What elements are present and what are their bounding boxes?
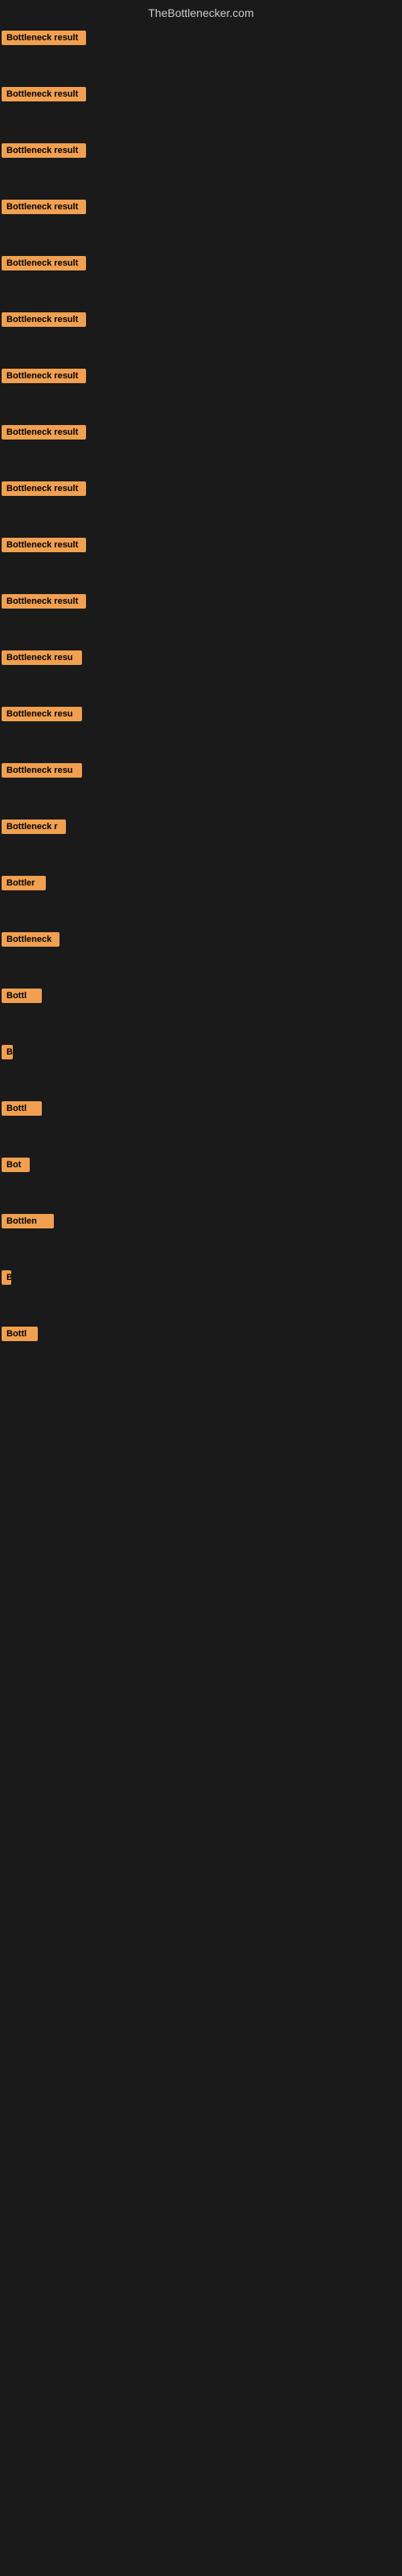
bottleneck-badge: Bottleneck xyxy=(2,932,59,947)
list-item: Bottleneck resu xyxy=(0,758,402,782)
bottleneck-badge: Bottler xyxy=(2,876,46,890)
bottleneck-badge: Bottleneck result xyxy=(2,312,86,327)
row-spacer xyxy=(0,1064,402,1096)
bottleneck-badge: Bottleneck resu xyxy=(2,650,82,665)
row-spacer xyxy=(0,1290,402,1322)
bottleneck-badge: Bottl xyxy=(2,1327,38,1341)
row-spacer xyxy=(0,1008,402,1040)
list-item: Bottleneck result xyxy=(0,251,402,275)
list-item: B xyxy=(0,1040,402,1064)
bottleneck-badge: Bottleneck result xyxy=(2,425,86,440)
bottleneck-badge: Bottleneck resu xyxy=(2,707,82,721)
row-spacer xyxy=(0,782,402,815)
row-spacer xyxy=(0,670,402,702)
bottleneck-badge: Bottleneck resu xyxy=(2,763,82,778)
list-item: Bottleneck result xyxy=(0,589,402,613)
row-spacer xyxy=(0,952,402,984)
list-item: Bottleneck result xyxy=(0,420,402,444)
list-item: Bottleneck result xyxy=(0,364,402,388)
list-item: Bottleneck resu xyxy=(0,646,402,670)
list-item: Bottleneck resu xyxy=(0,702,402,726)
site-title: TheBottlenecker.com xyxy=(148,6,254,19)
list-item: Bottleneck result xyxy=(0,533,402,557)
bottom-spacer xyxy=(0,1378,402,2103)
list-item: Bottl xyxy=(0,984,402,1008)
row-spacer xyxy=(0,1346,402,1378)
row-spacer xyxy=(0,839,402,871)
list-item: Bottleneck r xyxy=(0,815,402,839)
row-spacer xyxy=(0,501,402,533)
bottleneck-badge: Bottleneck result xyxy=(2,200,86,214)
bottleneck-badge: Bot xyxy=(2,1158,30,1172)
bottleneck-badge: Bottleneck r xyxy=(2,819,66,834)
row-spacer xyxy=(0,613,402,646)
bottleneck-list: Bottleneck result Bottleneck result Bottle… xyxy=(0,23,402,1378)
list-item: Bot xyxy=(0,1153,402,1177)
bottleneck-badge: Bottl xyxy=(2,989,42,1003)
row-spacer xyxy=(0,388,402,420)
row-spacer xyxy=(0,895,402,927)
list-item: Bottlen xyxy=(0,1209,402,1233)
list-item: Bottleneck result xyxy=(0,195,402,219)
list-item: Bottl xyxy=(0,1322,402,1346)
list-item: Bottleneck xyxy=(0,927,402,952)
row-spacer xyxy=(0,163,402,195)
bottleneck-badge: Bottleneck result xyxy=(2,31,86,45)
bottleneck-badge: Bottleneck result xyxy=(2,87,86,101)
row-spacer xyxy=(0,1177,402,1209)
bottleneck-badge: Bottleneck result xyxy=(2,538,86,552)
list-item: Bottleneck result xyxy=(0,138,402,163)
list-item: Bottleneck result xyxy=(0,308,402,332)
list-item: B xyxy=(0,1265,402,1290)
list-item: Bottler xyxy=(0,871,402,895)
bottleneck-badge: Bottleneck result xyxy=(2,256,86,270)
row-spacer xyxy=(0,557,402,589)
bottleneck-badge: Bottleneck result xyxy=(2,369,86,383)
bottleneck-badge: B xyxy=(2,1270,11,1285)
row-spacer xyxy=(0,1121,402,1153)
row-spacer xyxy=(0,332,402,364)
bottleneck-badge: Bottlen xyxy=(2,1214,54,1228)
bottleneck-badge: Bottleneck result xyxy=(2,143,86,158)
row-spacer xyxy=(0,106,402,138)
row-spacer xyxy=(0,50,402,82)
site-header: TheBottlenecker.com xyxy=(0,0,402,23)
row-spacer xyxy=(0,726,402,758)
list-item: Bottleneck result xyxy=(0,477,402,501)
row-spacer xyxy=(0,275,402,308)
bottleneck-badge: B xyxy=(2,1045,13,1059)
list-item: Bottleneck result xyxy=(0,82,402,106)
bottleneck-badge: Bottl xyxy=(2,1101,42,1116)
list-item: Bottleneck result xyxy=(0,26,402,50)
bottleneck-badge: Bottleneck result xyxy=(2,481,86,496)
row-spacer xyxy=(0,444,402,477)
row-spacer xyxy=(0,219,402,251)
list-item: Bottl xyxy=(0,1096,402,1121)
bottleneck-badge: Bottleneck result xyxy=(2,594,86,609)
row-spacer xyxy=(0,1233,402,1265)
